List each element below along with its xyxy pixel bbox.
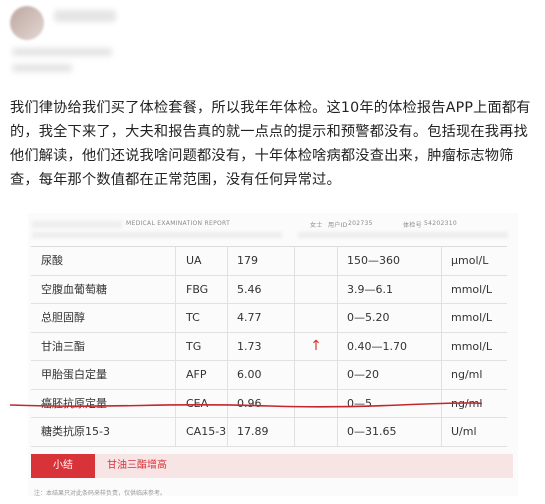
report-subheader-redacted-2 <box>298 232 508 238</box>
post-body-text: 我们律协给我们买了体检套餐，所以我年年体检。这10年的体检报告APP上面都有的，… <box>10 100 531 188</box>
test-unit: mmol/L <box>451 339 493 353</box>
report-logo-redacted <box>32 221 122 228</box>
report-exam-no-label: 体检号 <box>403 222 422 229</box>
test-value: 179 <box>237 254 258 267</box>
test-unit: mmol/L <box>451 311 493 324</box>
test-value: 17.89 <box>237 425 269 438</box>
test-range: 0—5.20 <box>347 311 390 324</box>
test-value: 1.73 <box>237 339 262 353</box>
test-range: 0—31.65 <box>347 425 397 438</box>
test-value: 4.77 <box>237 311 262 324</box>
report-title: MEDICAL EXAMINATION REPORT <box>126 220 231 227</box>
test-unit: U/ml <box>451 425 477 438</box>
test-code: FBG <box>186 282 209 296</box>
username-redacted <box>54 10 116 22</box>
up-arrow-icon: ↑ <box>310 337 322 354</box>
report-header: MEDICAL EXAMINATION REPORT 女士 用户ID 20273… <box>28 217 518 231</box>
test-unit: mmol/L <box>451 282 493 296</box>
report-exam-no: 54202310 <box>424 220 457 227</box>
report-subheader-redacted <box>32 232 282 238</box>
hand-drawn-underline <box>10 402 482 408</box>
test-flag <box>301 276 331 304</box>
test-flag <box>301 361 331 389</box>
table-row: 总胆固醇 TC 4.77 0—5.20 mmol/L <box>31 304 507 333</box>
meta-redacted-2 <box>12 64 72 72</box>
summary-label: 小结 <box>31 454 95 478</box>
test-name: 甘油三酯 <box>41 339 85 353</box>
test-code: TC <box>186 311 200 324</box>
table-row: 甲胎蛋白定量 AFP 6.00 0—20 ng/ml <box>31 361 507 390</box>
test-value: 6.00 <box>237 368 262 381</box>
report-user-id: 202735 <box>348 220 373 227</box>
test-name: 甲胎蛋白定量 <box>41 368 107 381</box>
results-table: 尿酸 UA 179 150—360 μmol/L 空腹血葡萄糖 FBG 5.46… <box>31 246 507 447</box>
post-header <box>0 0 545 95</box>
test-code: UA <box>186 254 202 267</box>
summary-text: 甘油三酯增高 <box>107 460 167 471</box>
test-flag <box>301 304 331 332</box>
test-unit: ng/ml <box>451 368 483 381</box>
report-footnote: 注：本结果只对此条码来样负责，仅供临床参考。 <box>34 490 167 497</box>
meta-redacted <box>12 48 112 56</box>
test-name: 尿酸 <box>41 254 63 267</box>
test-range: 0—20 <box>347 368 379 381</box>
avatar[interactable] <box>10 6 44 40</box>
table-row: 空腹血葡萄糖 FBG 5.46 3.9—6.1 mmol/L <box>31 275 507 304</box>
table-row: 甘油三酯 TG 1.73 ↑ 0.40—1.70 mmol/L <box>31 332 507 361</box>
test-range: 150—360 <box>347 254 400 267</box>
summary-bar: 小结 甘油三酯增高 <box>31 454 513 478</box>
test-name: 糖类抗原15-3 <box>41 425 110 438</box>
test-value: 5.46 <box>237 282 262 296</box>
table-row: 糖类抗原15-3 CA15-3 17.89 0—31.65 U/ml <box>31 418 507 447</box>
test-name: 总胆固醇 <box>41 311 85 324</box>
test-name: 空腹血葡萄糖 <box>41 282 107 296</box>
test-unit: μmol/L <box>451 254 489 267</box>
test-flag <box>301 247 331 275</box>
test-range: 0.40—1.70 <box>347 339 407 353</box>
report-user-id-label: 用户ID <box>328 222 348 229</box>
medical-report-image: MEDICAL EXAMINATION REPORT 女士 用户ID 20273… <box>28 213 518 497</box>
test-range: 3.9—6.1 <box>347 282 393 296</box>
test-code: TG <box>186 339 202 353</box>
test-code: CA15-3 <box>186 425 227 438</box>
test-code: AFP <box>186 368 207 381</box>
table-row: 尿酸 UA 179 150—360 μmol/L <box>31 247 507 276</box>
test-flag <box>301 418 331 446</box>
report-gender: 女士 <box>310 222 323 229</box>
